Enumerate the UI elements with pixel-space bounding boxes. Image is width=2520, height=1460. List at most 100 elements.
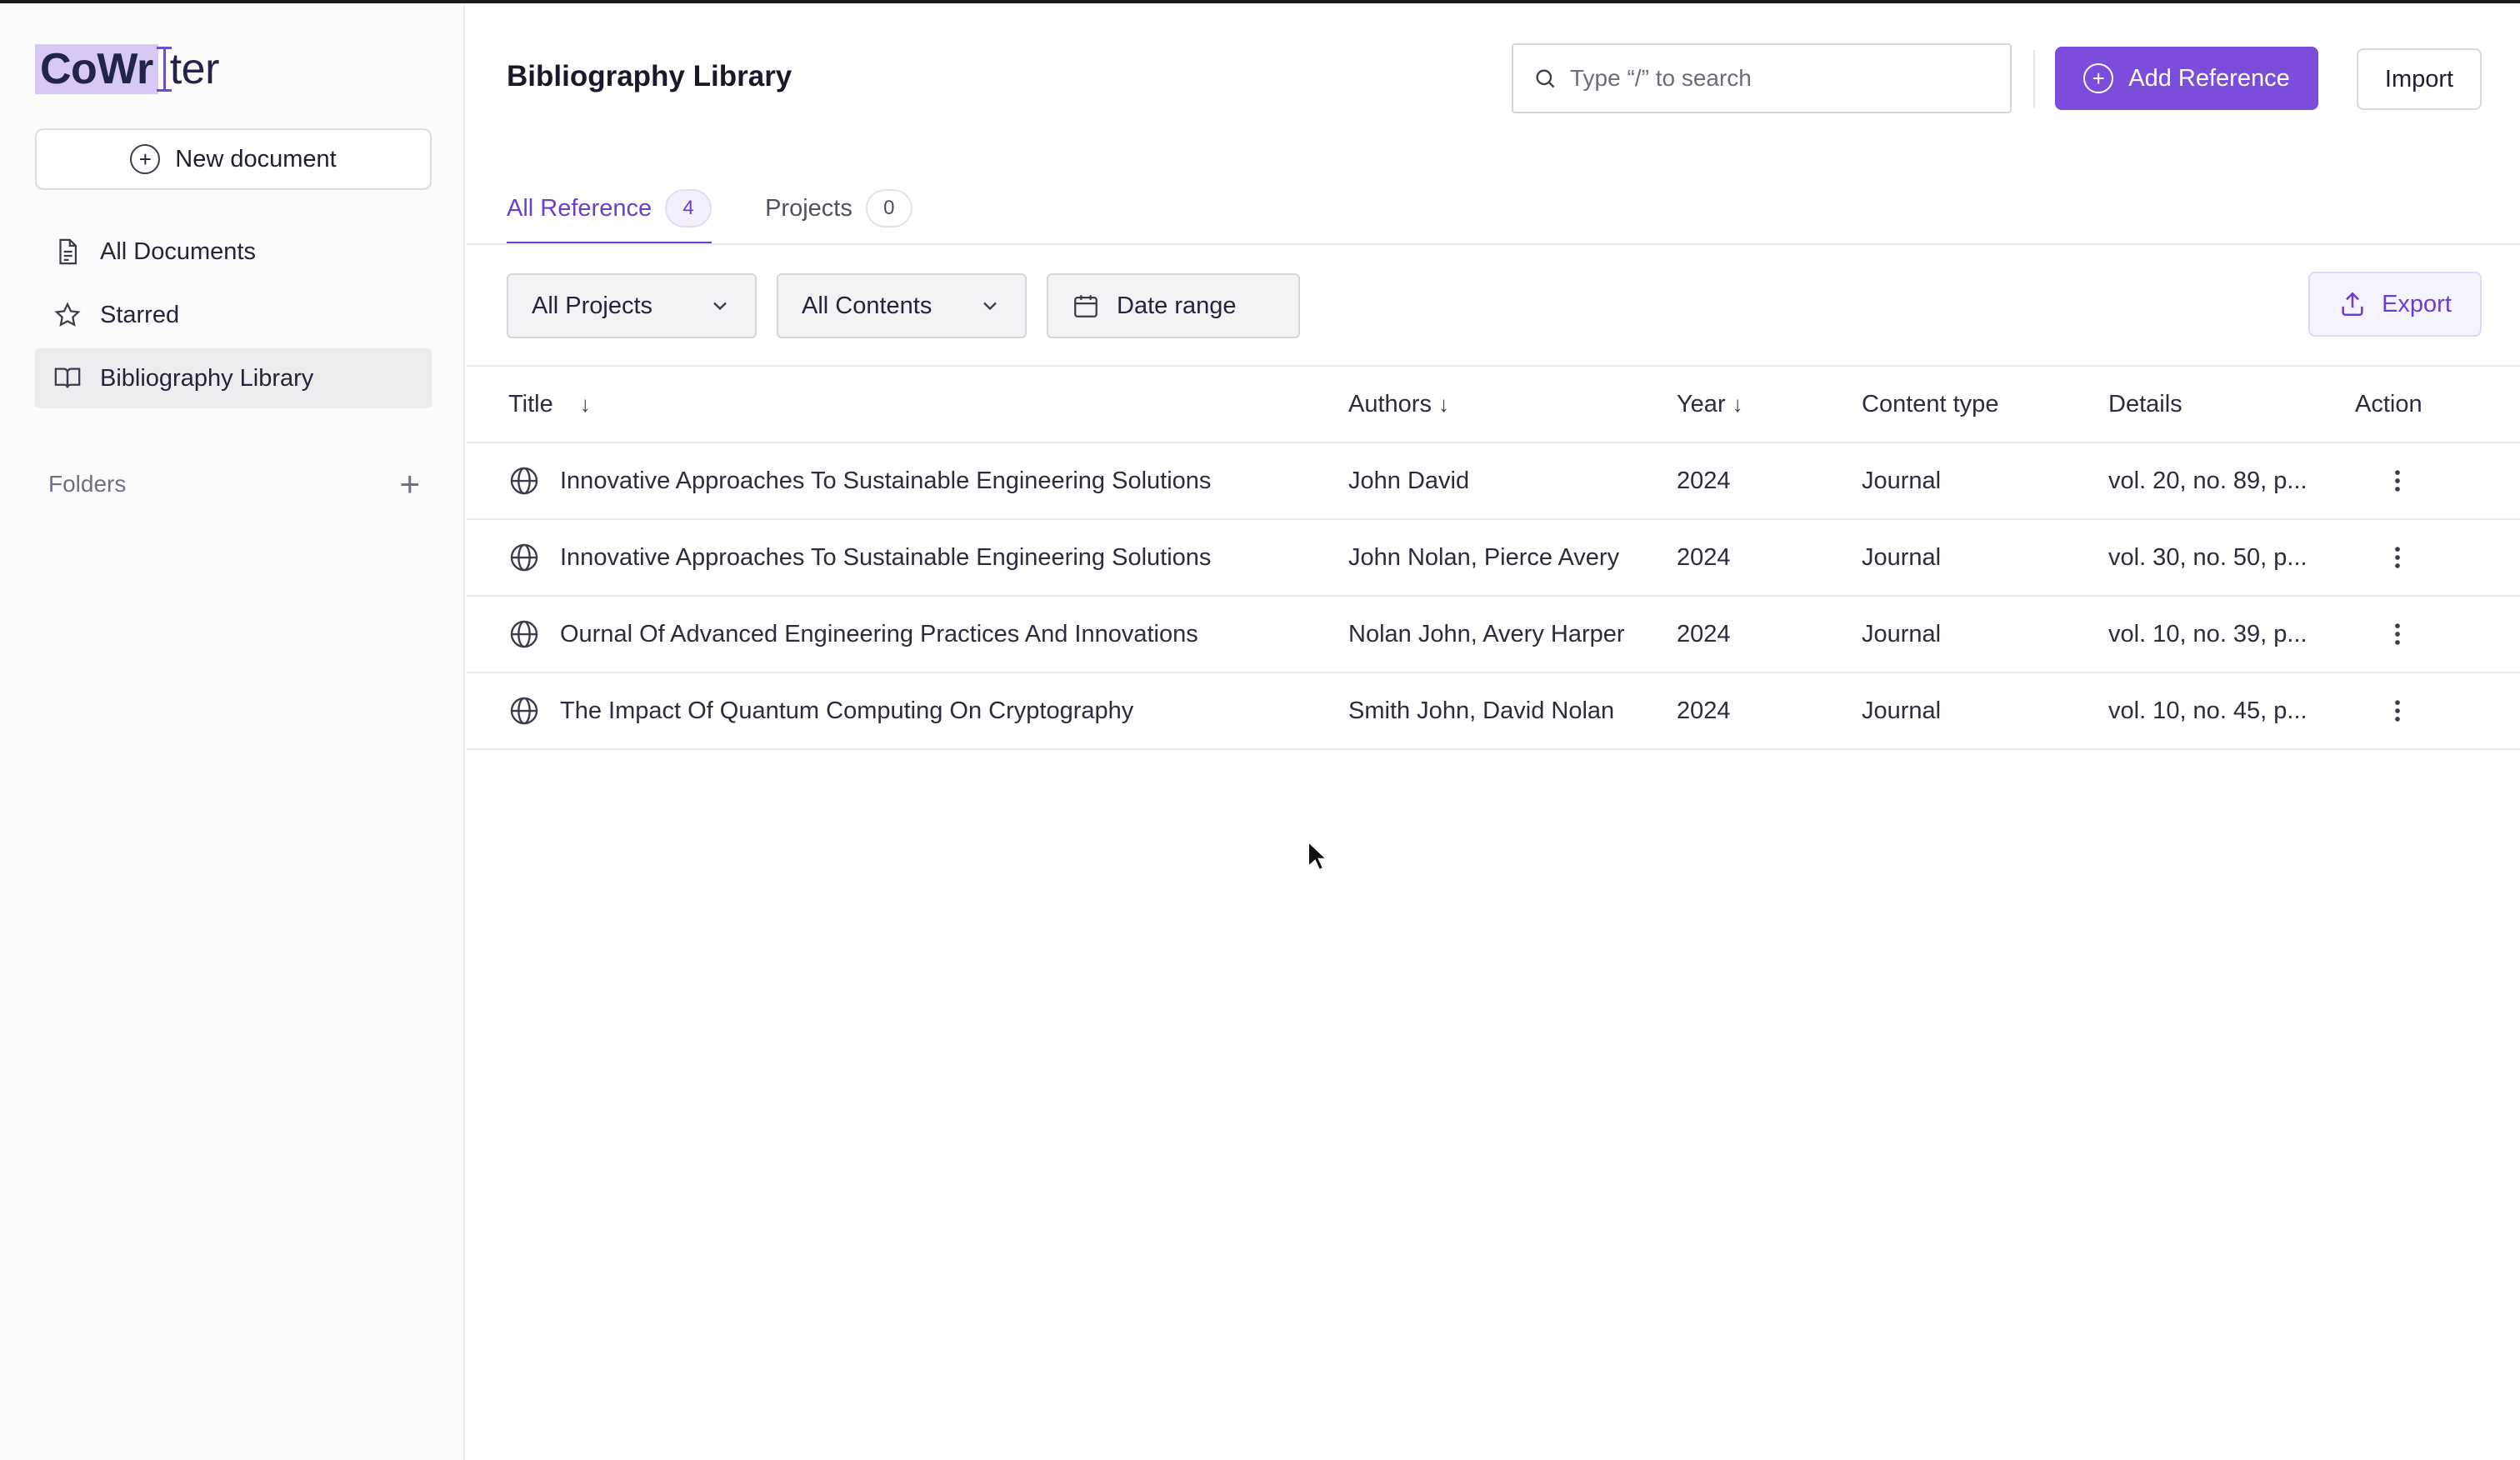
- sidebar-item-bibliography-library[interactable]: Bibliography Library: [35, 348, 432, 408]
- column-year[interactable]: Year ↓: [1677, 391, 1862, 418]
- reference-content-type: Journal: [1862, 620, 1942, 648]
- sidebar-item-label: All Documents: [100, 238, 256, 265]
- contents-filter-value: All Contents: [802, 292, 932, 319]
- tab-projects[interactable]: Projects 0: [765, 183, 912, 233]
- more-vertical-icon[interactable]: [2383, 465, 2412, 497]
- mouse-pointer-icon: [1308, 840, 1328, 872]
- star-icon: [54, 302, 81, 327]
- count-badge: 4: [665, 189, 712, 228]
- more-vertical-icon[interactable]: [2383, 618, 2412, 650]
- date-range-label: Date range: [1117, 292, 1237, 319]
- reference-title[interactable]: Ournal Of Advanced Engineering Practices…: [560, 621, 1198, 648]
- table-header: Title ↓ Authors ↓ Year ↓ Content type Detai…: [467, 365, 2520, 443]
- reference-authors: John David: [1348, 467, 1470, 494]
- document-icon: [59, 238, 78, 265]
- search-box[interactable]: [1512, 43, 2012, 113]
- text-cursor-icon: [156, 47, 172, 92]
- reference-content-type: Journal: [1862, 543, 1942, 571]
- column-label: Year: [1677, 390, 1726, 418]
- globe-icon: [510, 697, 538, 725]
- sidebar-item-starred[interactable]: Starred: [35, 285, 432, 345]
- new-document-button[interactable]: + New document: [35, 128, 432, 190]
- logo-highlight: CoWr: [35, 44, 158, 94]
- header-divider: [2033, 50, 2035, 108]
- reference-year: 2024: [1677, 467, 1731, 494]
- export-label: Export: [2382, 290, 2452, 318]
- add-reference-label: Add Reference: [2128, 64, 2290, 92]
- globe-icon: [510, 543, 538, 572]
- reference-year: 2024: [1677, 620, 1731, 648]
- reference-authors: John Nolan, Pierce Avery: [1348, 543, 1620, 571]
- table-row[interactable]: Innovative Approaches To Sustainable Eng…: [467, 443, 2520, 520]
- search-input[interactable]: [1568, 64, 2002, 92]
- tab-label: Projects: [765, 194, 852, 222]
- reference-details: vol. 20, no. 89, p...: [2108, 467, 2308, 494]
- column-action: Action: [2355, 391, 2505, 418]
- table-row[interactable]: Innovative Approaches To Sustainable Eng…: [467, 520, 2520, 597]
- sidebar: CoWr ter + New document All Documents Sta…: [0, 3, 465, 1460]
- count-badge: 0: [865, 189, 912, 228]
- reference-details: vol. 30, no. 50, p...: [2108, 543, 2308, 571]
- column-title[interactable]: Title ↓: [467, 391, 1348, 418]
- add-folder-icon[interactable]: +: [399, 467, 420, 502]
- projects-filter-value: All Projects: [532, 292, 653, 319]
- reference-content-type: Journal: [1862, 467, 1942, 494]
- sort-arrow-icon: ↓: [1438, 391, 1449, 417]
- main-content: Bibliography Library + Add Reference Imp…: [467, 3, 2520, 1460]
- reference-title[interactable]: Innovative Approaches To Sustainable Eng…: [560, 544, 1211, 572]
- folders-section: Folders +: [48, 467, 420, 502]
- import-button[interactable]: Import: [2357, 48, 2482, 110]
- more-vertical-icon[interactable]: [2383, 695, 2412, 727]
- tab-label: All Reference: [507, 194, 652, 222]
- column-authors[interactable]: Authors ↓: [1348, 391, 1677, 418]
- globe-icon: [510, 467, 538, 495]
- book-open-icon: [54, 368, 81, 388]
- add-reference-button[interactable]: + Add Reference: [2055, 47, 2318, 110]
- sort-arrow-icon: ↓: [579, 391, 591, 417]
- more-vertical-icon[interactable]: [2383, 542, 2412, 573]
- reference-details: vol. 10, no. 39, p...: [2108, 620, 2308, 648]
- plus-circle-icon: +: [2083, 63, 2114, 93]
- reference-title[interactable]: Innovative Approaches To Sustainable Eng…: [560, 468, 1211, 495]
- column-label: Action: [2355, 390, 2422, 418]
- projects-filter-select[interactable]: All Projects: [507, 273, 757, 338]
- app-logo[interactable]: CoWr ter: [35, 43, 219, 95]
- chevron-down-icon: [983, 302, 997, 311]
- sidebar-item-all-documents[interactable]: All Documents: [35, 222, 432, 282]
- reference-title[interactable]: The Impact Of Quantum Computing On Crypt…: [560, 698, 1133, 725]
- column-label: Title: [508, 390, 553, 418]
- tab-all-reference[interactable]: All Reference 4: [507, 183, 712, 245]
- folders-label: Folders: [48, 471, 127, 497]
- column-label: Details: [2108, 390, 2182, 418]
- globe-icon: [510, 620, 538, 648]
- date-range-picker[interactable]: Date range: [1047, 273, 1300, 338]
- references-table: Title ↓ Authors ↓ Year ↓ Content type Detai…: [467, 365, 2520, 750]
- new-document-label: New document: [175, 145, 337, 172]
- plus-circle-icon: +: [130, 144, 161, 174]
- reference-content-type: Journal: [1862, 697, 1942, 724]
- sidebar-nav: All Documents Starred Bibliography Libra…: [35, 222, 432, 412]
- page-title: Bibliography Library: [507, 60, 792, 92]
- calendar-icon: [1074, 295, 1098, 318]
- upload-icon: [2342, 292, 2363, 317]
- tabs-divider: [467, 243, 2520, 245]
- column-label: Content type: [1862, 390, 1999, 418]
- reference-year: 2024: [1677, 543, 1731, 571]
- reference-authors: Smith John, David Nolan: [1348, 697, 1615, 724]
- column-details: Details: [2108, 391, 2355, 418]
- table-row[interactable]: The Impact Of Quantum Computing On Crypt…: [467, 673, 2520, 750]
- reference-details: vol. 10, no. 45, p...: [2108, 697, 2308, 724]
- sidebar-item-label: Starred: [100, 301, 180, 328]
- sort-arrow-icon: ↓: [1732, 391, 1743, 417]
- contents-filter-select[interactable]: All Contents: [777, 273, 1027, 338]
- logo-rest: ter: [169, 45, 220, 93]
- export-button[interactable]: Export: [2308, 272, 2482, 337]
- chevron-down-icon: [713, 302, 727, 311]
- table-row[interactable]: Ournal Of Advanced Engineering Practices…: [467, 597, 2520, 673]
- search-icon: [1536, 69, 1555, 88]
- reference-authors: Nolan John, Avery Harper: [1348, 620, 1625, 648]
- column-label: Authors: [1348, 390, 1432, 418]
- reference-year: 2024: [1677, 697, 1731, 724]
- sidebar-item-label: Bibliography Library: [100, 364, 314, 392]
- column-content-type: Content type: [1862, 391, 2108, 418]
